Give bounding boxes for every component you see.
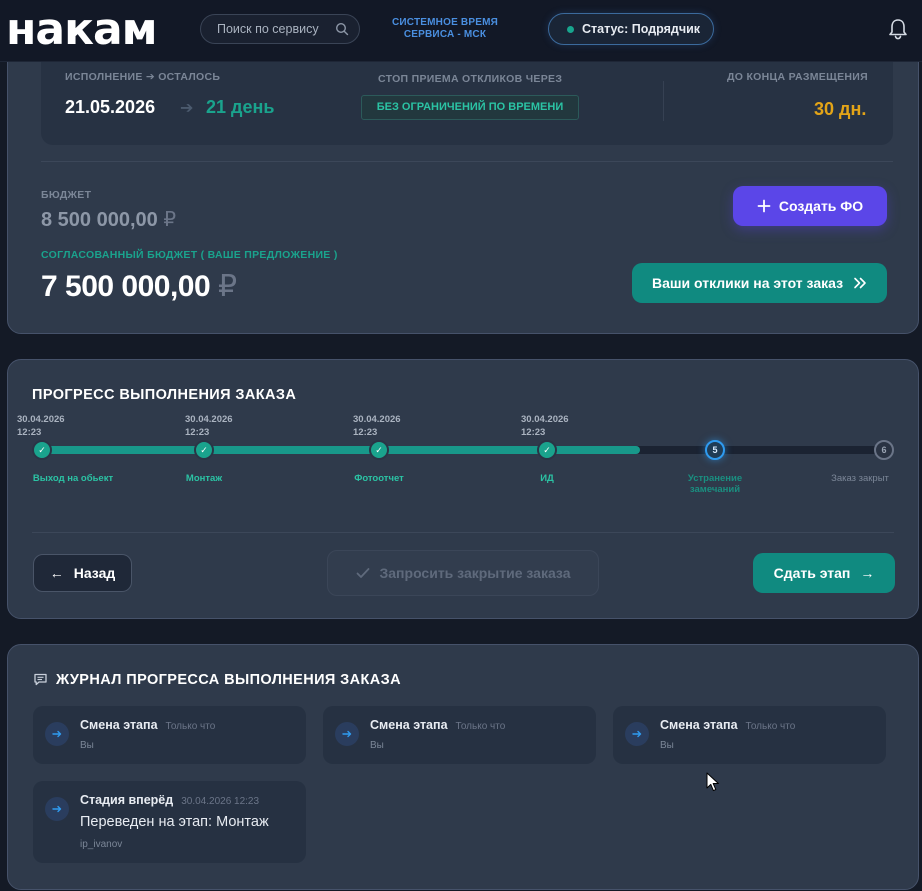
arrow-right-icon xyxy=(335,722,359,746)
journal-entry-title: Смена этапа xyxy=(80,718,158,732)
mouse-cursor-icon xyxy=(706,772,719,792)
journal-entry-message: Переведен на этап: Монтаж xyxy=(80,814,269,830)
journal-entry-author: Вы xyxy=(660,740,674,751)
stage-1-timestamp: 30.04.2026 12:23 xyxy=(17,414,65,438)
stage-3-node[interactable]: ✓ xyxy=(369,440,389,460)
arrow-right-icon xyxy=(45,722,69,746)
submit-stage-button[interactable]: Сдать этап → xyxy=(753,553,895,593)
journal-entry-time: Только что xyxy=(745,721,796,732)
journal-entry-title: Смена этапа xyxy=(660,718,738,732)
journal-entry-title: Смена этапа xyxy=(370,718,448,732)
my-responses-button[interactable]: Ваши отклики на этот заказ xyxy=(632,263,887,303)
journal-entry[interactable]: Смена этапа Только что Вы xyxy=(323,706,596,764)
arrow-left-icon: ← xyxy=(49,565,64,581)
stage-2-node[interactable]: ✓ xyxy=(194,440,214,460)
journal-title: ЖУРНАЛ ПРОГРЕССА ВЫПОЛНЕНИЯ ЗАКАЗА xyxy=(56,672,402,688)
budget-value: 8 500 000,00 ₽ xyxy=(41,209,177,231)
request-close-order-button[interactable]: Запросить закрытие заказа xyxy=(327,550,599,596)
budget-label: БЮДЖЕТ xyxy=(41,189,92,201)
stage-3-label: Фотоотчет xyxy=(354,473,404,484)
arrow-right-icon xyxy=(45,797,69,821)
progress-divider xyxy=(32,532,894,533)
journal-entry[interactable]: Смена этапа Только что Вы xyxy=(33,706,306,764)
search-input[interactable] xyxy=(217,22,329,36)
placement-end-label: ДО КОНЦА РАЗМЕЩЕНИЯ xyxy=(727,71,868,83)
checkmark-icon xyxy=(356,568,369,578)
status-text: Статус: Подрядчик xyxy=(582,22,701,36)
stage-3-timestamp: 30.04.2026 12:23 xyxy=(353,414,401,438)
comment-icon xyxy=(34,673,47,686)
plus-icon xyxy=(757,199,771,213)
days-left: 21 день xyxy=(206,97,275,117)
progress-title: ПРОГРЕСС ВЫПОЛНЕНИЯ ЗАКАЗА xyxy=(32,387,297,403)
section-divider xyxy=(41,161,893,162)
bell-icon[interactable] xyxy=(888,18,908,40)
journal-entry-author: Вы xyxy=(80,740,94,751)
currency-sign: ₽ xyxy=(218,270,237,303)
strip-divider xyxy=(663,81,664,121)
stage-1-node[interactable]: ✓ xyxy=(32,440,52,460)
execution-date: 21.05.2026 xyxy=(65,97,156,117)
journal-entry-time: Только что xyxy=(165,721,216,732)
double-chevron-right-icon xyxy=(854,277,866,289)
journal-entry-time: Только что xyxy=(455,721,506,732)
system-time-label: СИСТЕМНОЕ ВРЕМЯ СЕРВИСА - МСК xyxy=(391,17,499,40)
search-box[interactable] xyxy=(200,14,360,44)
journal-entry-author: ip_ivanov xyxy=(80,839,123,850)
stage-6-node[interactable]: 6 xyxy=(874,440,894,460)
stop-responses-badge: БЕЗ ОГРАНИЧЕНИЙ ПО ВРЕМЕНИ xyxy=(361,95,579,120)
agreed-budget-value: 7 500 000,00 ₽ xyxy=(41,270,237,303)
journal-entry-author: Вы xyxy=(370,740,384,751)
top-header: накам СИСТЕМНОЕ ВРЕМЯ СЕРВИСА - МСК Стат… xyxy=(0,0,922,62)
arrow-right-icon: → xyxy=(860,565,875,581)
arrow-right-icon: ➔ xyxy=(180,100,194,117)
stage-2-timestamp: 30.04.2026 12:23 xyxy=(185,414,233,438)
status-badge[interactable]: Статус: Подрядчик xyxy=(548,13,714,45)
status-dot-icon xyxy=(567,25,574,33)
stage-6-label: Заказ закрыт xyxy=(831,473,889,484)
journal-entry[interactable]: Смена этапа Только что Вы xyxy=(613,706,886,764)
search-icon[interactable] xyxy=(335,22,349,36)
stage-4-timestamp: 30.04.2026 12:23 xyxy=(521,414,569,438)
stage-2-label: Монтаж xyxy=(185,473,223,484)
stage-5-label: Устранение замечаний xyxy=(687,473,743,495)
order-progress-card: ПРОГРЕСС ВЫПОЛНЕНИЯ ЗАКАЗА 30.04.2026 12… xyxy=(7,359,919,619)
logo[interactable]: накам xyxy=(6,4,158,56)
agreed-budget-label: СОГЛАСОВАННЫЙ БЮДЖЕТ ( ВАШЕ ПРЕДЛОЖЕНИЕ … xyxy=(41,249,338,261)
execution-label: ИСПОЛНЕНИЕ ➔ ОСТАЛОСЬ xyxy=(65,71,221,83)
stop-responses-label: СТОП ПРИЕМА ОТКЛИКОВ ЧЕРЕЗ xyxy=(378,73,563,85)
create-fo-button[interactable]: Создать ФО xyxy=(733,186,887,226)
stage-4-label: ИД xyxy=(540,473,554,484)
currency-sign: ₽ xyxy=(163,209,177,231)
stage-4-node[interactable]: ✓ xyxy=(537,440,557,460)
journal-entry-time: 30.04.2026 12:23 xyxy=(181,796,260,807)
stage-5-node[interactable]: 5 xyxy=(705,440,725,460)
back-button[interactable]: ← Назад xyxy=(33,554,132,592)
arrow-right-icon xyxy=(625,722,649,746)
placement-days: 30 дн. xyxy=(814,99,867,119)
journal-entry-title: Стадия вперёд xyxy=(80,793,174,807)
journal-entry[interactable]: Стадия вперёд 30.04.2026 12:23 Переведен … xyxy=(33,781,306,863)
progress-journal-card: ЖУРНАЛ ПРОГРЕССА ВЫПОЛНЕНИЯ ЗАКАЗА Смена… xyxy=(7,644,919,890)
stage-1-label: Выход на обьект xyxy=(32,473,114,484)
